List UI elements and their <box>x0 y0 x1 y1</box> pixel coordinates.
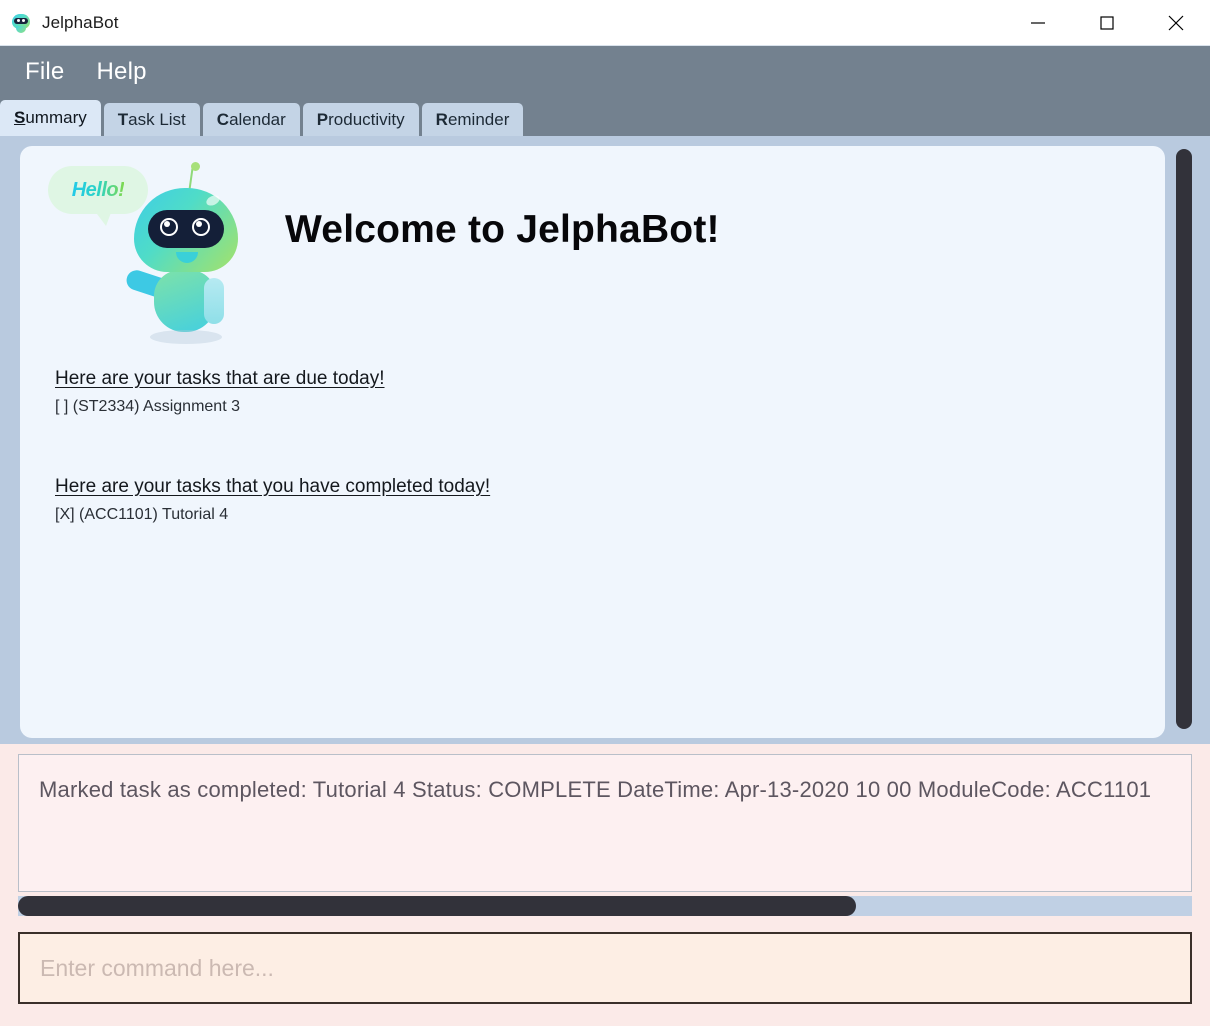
command-input[interactable] <box>18 932 1192 1004</box>
tab-reminder[interactable]: Reminder <box>421 103 524 136</box>
robot-icon <box>10 12 32 34</box>
title-bar: JelphaBot <box>0 0 1210 46</box>
window-title: JelphaBot <box>42 12 119 32</box>
due-today-heading: Here are your tasks that are due today! <box>55 368 385 389</box>
main-body: Hello! Welcome to JelphaBot! Here are yo… <box>0 136 1210 744</box>
feedback-zone: Marked task as completed: Tutorial 4 Sta… <box>0 744 1210 924</box>
tab-task-list-label: ask List <box>128 109 186 129</box>
tab-reminder-label: eminder <box>447 109 510 129</box>
tab-strip: Summary Task List Calendar Productivity … <box>0 98 1210 136</box>
tab-calendar[interactable]: Calendar <box>202 103 300 136</box>
summary-panel: Hello! Welcome to JelphaBot! Here are yo… <box>20 146 1165 738</box>
tab-calendar-label: alendar <box>229 109 286 129</box>
horizontal-scrollbar-thumb[interactable] <box>18 896 856 916</box>
tab-summary-mnemonic: S <box>14 108 26 127</box>
robot-figure <box>123 162 248 344</box>
summary-vertical-scrollbar[interactable] <box>1176 149 1192 729</box>
list-item: [ ] (ST2334) Assignment 3 <box>55 398 240 415</box>
task-sections: Here are your tasks that are due today! … <box>20 346 1165 524</box>
tab-productivity-mnemonic: P <box>316 109 329 129</box>
tab-calendar-mnemonic: C <box>216 109 230 129</box>
robot-mascot-illustration: Hello! <box>40 154 260 344</box>
window-controls <box>1003 0 1210 45</box>
vertical-scrollbar-thumb[interactable] <box>1176 149 1192 729</box>
tab-productivity[interactable]: Productivity <box>302 103 419 136</box>
due-today-section: Here are your tasks that are due today! … <box>55 368 1165 416</box>
speech-bubble-text: Hello! <box>71 178 125 201</box>
mascot-row: Hello! Welcome to JelphaBot! <box>20 146 1165 346</box>
result-display-box: Marked task as completed: Tutorial 4 Sta… <box>18 754 1192 892</box>
completed-today-section: Here are your tasks that you have comple… <box>55 476 1165 524</box>
menu-bar: File Help <box>0 46 1210 98</box>
title-bar-left: JelphaBot <box>0 12 119 34</box>
tab-task-list[interactable]: Task List <box>103 103 200 136</box>
feedback-horizontal-scrollbar[interactable] <box>18 896 1192 916</box>
minimize-icon[interactable] <box>1003 0 1072 45</box>
result-message: Marked task as completed: Tutorial 4 Sta… <box>39 777 1152 802</box>
maximize-icon[interactable] <box>1072 0 1141 45</box>
tab-summary[interactable]: Summary <box>0 100 101 136</box>
tab-summary-label: ummary <box>25 108 87 127</box>
tab-reminder-mnemonic: R <box>435 109 448 129</box>
menu-item-file[interactable]: File <box>25 58 64 86</box>
completed-today-heading: Here are your tasks that you have comple… <box>55 476 491 497</box>
list-item: [X] (ACC1101) Tutorial 4 <box>55 506 229 523</box>
close-icon[interactable] <box>1141 0 1210 45</box>
tab-productivity-label: roductivity <box>328 109 405 129</box>
page-title: Welcome to JelphaBot! <box>285 208 720 251</box>
command-zone <box>0 924 1210 1026</box>
tab-task-list-mnemonic: T <box>117 109 129 129</box>
menu-item-help[interactable]: Help <box>96 58 146 86</box>
app-window: JelphaBot File Help Summary Task List Ca… <box>0 0 1210 1026</box>
